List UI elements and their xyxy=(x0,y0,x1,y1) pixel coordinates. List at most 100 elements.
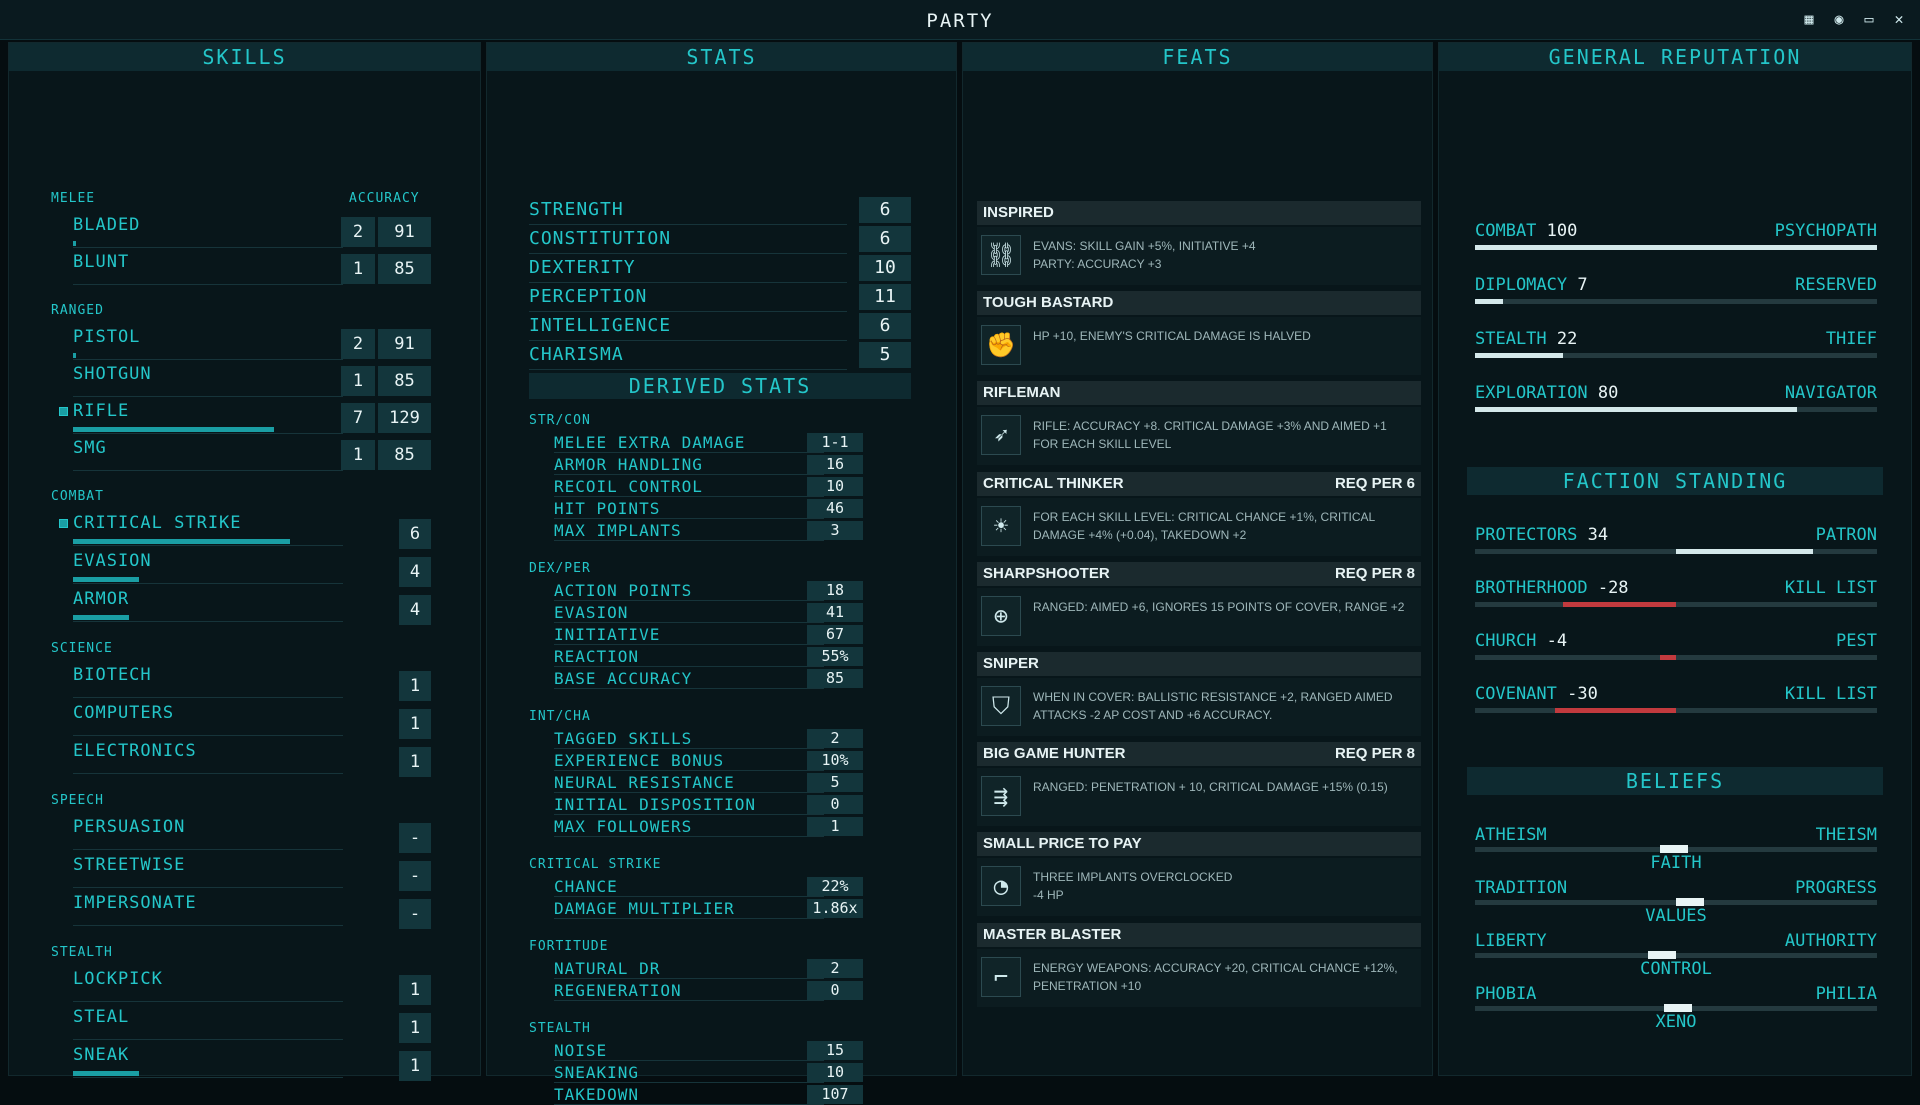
derived-divider xyxy=(554,540,824,541)
close-icon[interactable]: ✕ xyxy=(1888,8,1910,30)
calendar-icon[interactable]: ▦ xyxy=(1798,8,1820,30)
derived-stat-value: 16 xyxy=(807,455,863,474)
feat-title[interactable]: INSPIRED xyxy=(977,201,1421,225)
belief-axis-name: XENO xyxy=(1655,1012,1697,1032)
stat-name: INTELLIGENCE xyxy=(529,315,672,336)
skill-rank: 1 xyxy=(399,1051,431,1081)
skill-name[interactable]: SHOTGUN xyxy=(73,364,152,384)
skill-name[interactable]: EVASION xyxy=(73,551,152,571)
brain-icon[interactable]: ◉ xyxy=(1828,8,1850,30)
derived-stat-value: 3 xyxy=(807,521,863,540)
skill-name[interactable]: RIFLE xyxy=(73,401,129,421)
skill-progress xyxy=(73,1071,140,1076)
feat-title[interactable]: RIFLEMAN xyxy=(977,381,1421,406)
skill-name[interactable]: BIOTECH xyxy=(73,665,152,685)
belief-right: PHILIA xyxy=(1815,984,1877,1004)
belief-marker[interactable] xyxy=(1659,845,1688,853)
skill-rank: 1 xyxy=(341,366,375,396)
reputation-panel: GENERAL REPUTATION COMBAT 100 PSYCHOPATH D… xyxy=(1438,42,1912,1076)
skill-rank: 2 xyxy=(341,217,375,247)
skill-name[interactable]: SNEAK xyxy=(73,1045,129,1065)
stat-name: STRENGTH xyxy=(529,199,624,220)
derived-stat-value: 0 xyxy=(807,981,863,1000)
skill-name[interactable]: SMG xyxy=(73,438,107,458)
skill-name[interactable]: CRITICAL STRIKE xyxy=(73,513,242,533)
skill-divider xyxy=(73,1039,343,1040)
belief-marker[interactable] xyxy=(1676,898,1704,906)
derived-stat-name: TAKEDOWN xyxy=(554,1085,640,1104)
derived-divider xyxy=(554,770,824,771)
skill-name[interactable]: ELECTRONICS xyxy=(73,741,197,761)
feat-title[interactable]: MASTER BLASTER xyxy=(977,922,1421,947)
window-title: PARTY xyxy=(926,10,994,32)
belief-left: ATHEISM xyxy=(1475,825,1547,845)
belief-marker[interactable] xyxy=(1663,1004,1692,1012)
stat-name: PERCEPTION xyxy=(529,286,648,307)
derived-stat-name: INITIAL DISPOSITION xyxy=(554,795,757,814)
stat-value: 10 xyxy=(859,255,911,281)
feat-body: ⛓ EVANS: SKILL GAIN +5%, INITIATIVE +4 PA… xyxy=(977,227,1421,285)
feat-requirement: REQ PER 6 xyxy=(1334,474,1415,492)
feat-description: RANGED: PENETRATION + 10, CRITICAL DAMAG… xyxy=(1033,780,1388,795)
rep-value: -4 xyxy=(1536,631,1568,651)
derived-stat-name: CHANCE xyxy=(554,877,618,896)
feat-title[interactable]: SMALL PRICE TO PAY xyxy=(977,832,1421,857)
skill-rank: 6 xyxy=(399,519,431,549)
skill-name[interactable]: PISTOL xyxy=(73,327,140,347)
skill-divider xyxy=(73,433,343,434)
rep-value: -28 xyxy=(1587,578,1629,598)
derived-stat-value: 1.86x xyxy=(807,899,863,918)
skill-name[interactable]: STREETWISE xyxy=(73,855,185,875)
skill-name[interactable]: ARMOR xyxy=(73,589,129,609)
faction-fill xyxy=(1555,708,1676,713)
feat-description: RIFLE: ACCURACY +8. CRITICAL DAMAGE +3% … xyxy=(1033,419,1387,452)
feat-body: ☀ FOR EACH SKILL LEVEL: CRITICAL CHANCE +… xyxy=(977,497,1421,556)
display-icon[interactable]: ▭ xyxy=(1858,8,1880,30)
skill-name[interactable]: LOCKPICK xyxy=(73,969,163,989)
skill-name[interactable]: IMPERSONATE xyxy=(73,893,197,913)
skill-rank: 1 xyxy=(341,440,375,470)
skill-divider xyxy=(73,773,343,774)
derived-divider xyxy=(554,688,824,689)
feat-body: ✊ HP +10, ENEMY'S CRITICAL DAMAGE IS HALV… xyxy=(977,317,1421,376)
feat-body: ⇶ RANGED: PENETRATION + 10, CRITICAL DAMA… xyxy=(977,768,1421,827)
feat-body: ◔ THREE IMPLANTS OVERCLOCKED -4 HP xyxy=(977,858,1421,917)
stat-name: CONSTITUTION xyxy=(529,228,672,249)
belief-axis-name: VALUES xyxy=(1645,906,1707,926)
derived-divider xyxy=(554,1060,824,1061)
belief-marker[interactable] xyxy=(1647,951,1676,959)
rep-name: COVENANT xyxy=(1475,684,1557,704)
feat-body: ⊕ RANGED: AIMED +6, IGNORES 15 POINTS OF … xyxy=(977,587,1421,646)
feat-title[interactable]: BIG GAME HUNTER REQ PER 8 xyxy=(977,742,1421,767)
crosshair-icon: ⊕ xyxy=(981,595,1021,636)
derived-stat-name: NATURAL DR xyxy=(554,959,661,978)
stat-divider xyxy=(529,340,847,341)
skill-name[interactable]: STEAL xyxy=(73,1007,129,1027)
skill-divider xyxy=(73,247,343,248)
rep-name: COMBAT xyxy=(1475,221,1537,241)
rep-tier-label: PATRON xyxy=(1815,525,1877,545)
feat-title[interactable]: CRITICAL THINKER REQ PER 6 xyxy=(977,471,1421,496)
skill-divider xyxy=(73,396,343,397)
skill-divider xyxy=(73,284,343,285)
derived-stat-value: 2 xyxy=(807,729,863,748)
derived-stat-value: 107 xyxy=(807,1085,863,1104)
stat-divider xyxy=(529,224,847,225)
derived-stat-value: 55% xyxy=(807,647,863,666)
skill-name[interactable]: COMPUTERS xyxy=(73,703,174,723)
feats-panel: FEATS INSPIRED ⛓ EVANS: SKILL GAIN +5%, IN… xyxy=(962,42,1433,1076)
stat-value: 6 xyxy=(859,197,911,223)
skill-name[interactable]: PERSUASION xyxy=(73,817,185,837)
feat-body: ⛉ WHEN IN COVER: BALLISTIC RESISTANCE +2,… xyxy=(977,678,1421,736)
feat-title[interactable]: TOUGH BASTARD xyxy=(977,291,1421,316)
skill-divider xyxy=(73,697,343,698)
derived-stat-value: 46 xyxy=(807,499,863,518)
skill-accuracy: 129 xyxy=(378,403,431,433)
skill-rank: 1 xyxy=(399,975,431,1005)
derived-stat-value: 67 xyxy=(807,625,863,644)
skill-name[interactable]: BLADED xyxy=(73,215,140,235)
feat-title[interactable]: SNIPER xyxy=(977,652,1421,676)
skill-category-combat: COMBAT xyxy=(51,489,104,504)
skill-name[interactable]: BLUNT xyxy=(73,252,129,272)
feat-title[interactable]: SHARPSHOOTER REQ PER 8 xyxy=(977,561,1421,586)
